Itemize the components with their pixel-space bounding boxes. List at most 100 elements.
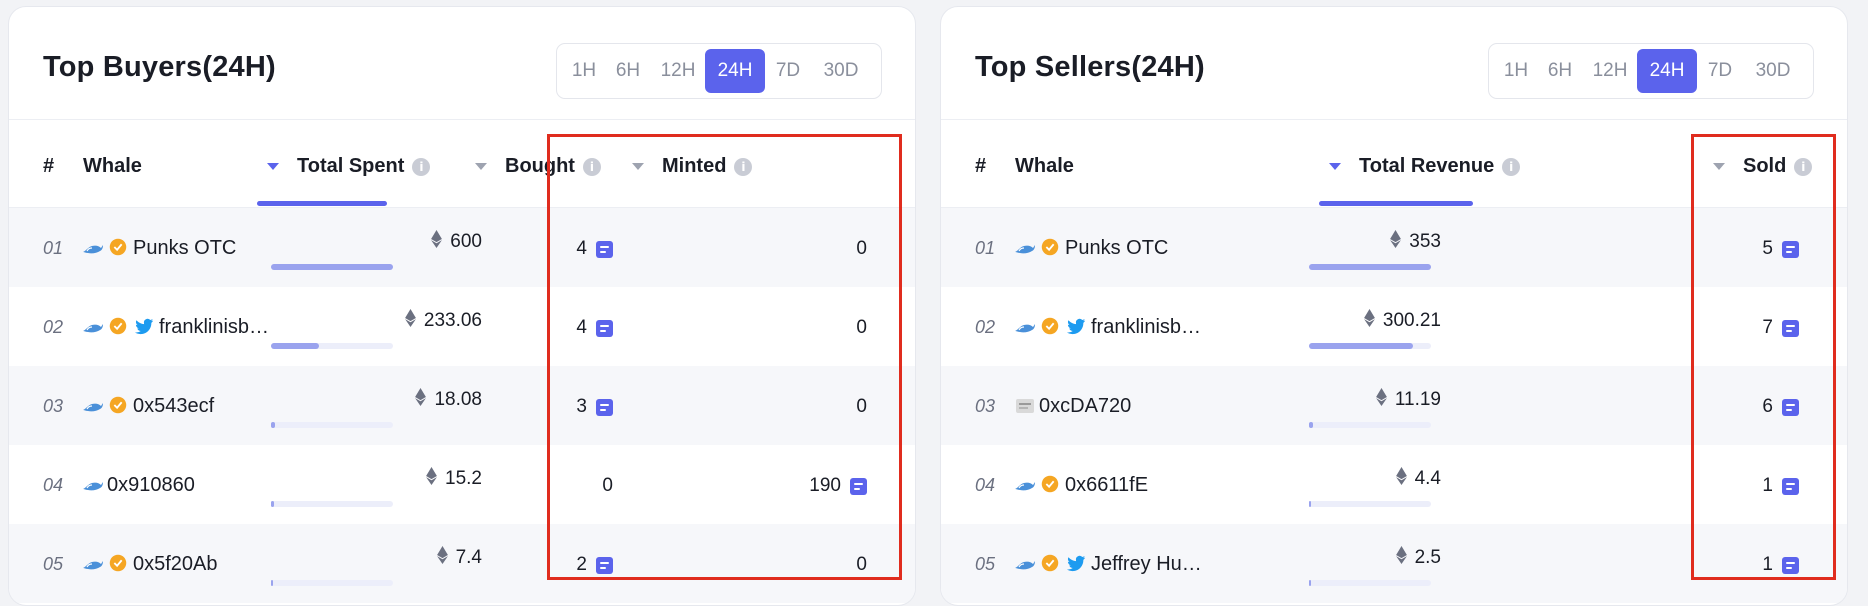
amount-cell: 233.06 xyxy=(404,309,482,333)
info-icon[interactable]: i xyxy=(412,157,431,176)
verified-badge-icon xyxy=(107,315,131,339)
whale-cell[interactable]: 0x543ecf xyxy=(81,394,214,418)
col-bought-label: Bought xyxy=(505,155,575,177)
sold-value: 1 xyxy=(1762,554,1773,575)
table-row[interactable]: 04 0x910860 15.2 0 190 xyxy=(9,445,915,524)
whale-icon xyxy=(81,394,105,418)
amount-value: 18.08 xyxy=(434,389,482,410)
whale-name[interactable]: 0x5f20Ab xyxy=(133,553,218,576)
details-icon[interactable] xyxy=(1782,319,1799,337)
amount-value: 600 xyxy=(450,231,482,252)
details-icon[interactable] xyxy=(596,319,613,337)
amount-cell: 4.4 xyxy=(1395,467,1441,491)
amount-value: 11.19 xyxy=(1394,389,1441,410)
table-row[interactable]: 01 Punks OTC 353 5 xyxy=(941,208,1847,287)
divider xyxy=(941,119,1847,120)
tab-1h[interactable]: 1H xyxy=(1495,49,1537,93)
amount-cell: 11.19 xyxy=(1375,388,1441,412)
col-bought-header[interactable]: Bought i xyxy=(475,155,601,178)
table-row[interactable]: 05 Jeffrey Hu… 2.5 1 xyxy=(941,524,1847,603)
tab-7d[interactable]: 7D xyxy=(765,49,811,93)
details-icon[interactable] xyxy=(1782,477,1799,495)
tab-30d[interactable]: 30D xyxy=(1743,49,1803,93)
table-row[interactable]: 01 Punks OTC 600 4 0 xyxy=(9,208,915,287)
table-row[interactable]: 04 0x6611fE 4.4 1 xyxy=(941,445,1847,524)
whale-cell[interactable]: 0x910860 xyxy=(81,473,195,497)
tab-7d[interactable]: 7D xyxy=(1697,49,1743,93)
amount-cell: 15.2 xyxy=(426,467,482,491)
minted-cell: 0 xyxy=(856,238,867,260)
col-total-spent-header[interactable]: Total Spent i xyxy=(267,155,431,178)
whale-cell[interactable]: franklinisb… xyxy=(81,315,269,339)
eth-icon xyxy=(1395,546,1407,570)
rank-number: 05 xyxy=(975,554,996,574)
sold-cell: 7 xyxy=(1762,317,1799,339)
amount-cell: 7.4 xyxy=(436,546,482,570)
details-icon[interactable] xyxy=(850,477,867,495)
col-sold-header[interactable]: Sold i xyxy=(1713,155,1813,178)
sold-value: 6 xyxy=(1762,396,1773,417)
details-icon[interactable] xyxy=(596,240,613,258)
info-icon[interactable]: i xyxy=(734,157,753,176)
tab-12h[interactable]: 12H xyxy=(1583,49,1637,93)
col-total-revenue-header[interactable]: Total Revenue i xyxy=(1329,155,1521,178)
tab-6h[interactable]: 6H xyxy=(605,49,651,93)
whale-name[interactable]: 0xcDA720 xyxy=(1039,395,1131,418)
table-row[interactable]: 02 franklinisb… 300.21 7 xyxy=(941,287,1847,366)
progress-bar xyxy=(1309,501,1431,507)
whale-name[interactable]: 0x910860 xyxy=(107,474,195,497)
tab-12h[interactable]: 12H xyxy=(651,49,705,93)
eth-icon xyxy=(1390,230,1402,254)
whale-cell[interactable]: 0x6611fE xyxy=(1013,473,1148,497)
whale-name[interactable]: Punks OTC xyxy=(1065,237,1168,260)
bought-cell: 2 xyxy=(576,554,613,576)
progress-bar xyxy=(271,501,393,507)
sold-cell: 1 xyxy=(1762,475,1799,497)
whale-cell[interactable]: Punks OTC xyxy=(1013,236,1168,260)
bought-value: 4 xyxy=(576,238,587,259)
table-header: # Whale Total Spent i Bought i Minted i xyxy=(9,127,915,207)
active-sort-indicator xyxy=(1319,201,1473,206)
info-icon[interactable]: i xyxy=(1502,157,1521,176)
tab-24h[interactable]: 24H xyxy=(705,49,765,93)
whale-cell[interactable]: franklinisb… xyxy=(1013,315,1201,339)
info-icon[interactable]: i xyxy=(1794,157,1813,176)
col-minted-header[interactable]: Minted i xyxy=(632,155,753,178)
table-header: # Whale Total Revenue i Sold i xyxy=(941,127,1847,207)
progress-fill xyxy=(1309,264,1431,270)
bought-cell: 4 xyxy=(576,317,613,339)
twitter-icon xyxy=(1065,552,1089,576)
tab-6h[interactable]: 6H xyxy=(1537,49,1583,93)
details-icon[interactable] xyxy=(1782,398,1799,416)
whale-name[interactable]: 0x543ecf xyxy=(133,395,214,418)
info-icon[interactable]: i xyxy=(582,157,601,176)
details-icon[interactable] xyxy=(1782,240,1799,258)
timeframe-tabs: 1H 6H 12H 24H 7D 30D xyxy=(1488,43,1814,99)
table-row[interactable]: 03 0xcDA720 11.19 6 xyxy=(941,366,1847,445)
whale-name[interactable]: franklinisb… xyxy=(1091,316,1201,339)
tab-1h[interactable]: 1H xyxy=(563,49,605,93)
rank-number: 05 xyxy=(43,554,64,574)
eth-icon xyxy=(426,467,437,491)
whale-cell[interactable]: 0x5f20Ab xyxy=(81,552,218,576)
tab-24h[interactable]: 24H xyxy=(1637,49,1697,93)
details-icon[interactable] xyxy=(596,556,613,574)
whale-name[interactable]: Punks OTC xyxy=(133,237,236,260)
whale-name[interactable]: Jeffrey Hu… xyxy=(1091,553,1202,576)
whale-name[interactable]: franklinisb… xyxy=(159,316,269,339)
table-row[interactable]: 02 franklinisb… 233.06 4 0 xyxy=(9,287,915,366)
progress-bar xyxy=(271,580,393,586)
whale-cell[interactable]: Punks OTC xyxy=(81,236,236,260)
tab-30d[interactable]: 30D xyxy=(811,49,871,93)
table-row[interactable]: 03 0x543ecf 18.08 3 0 xyxy=(9,366,915,445)
table-row[interactable]: 05 0x5f20Ab 7.4 2 0 xyxy=(9,524,915,603)
details-icon[interactable] xyxy=(1782,556,1799,574)
minted-value: 190 xyxy=(809,475,841,496)
details-icon[interactable] xyxy=(596,398,613,416)
bought-value: 0 xyxy=(602,475,613,496)
eth-icon xyxy=(404,309,416,333)
whale-cell[interactable]: Jeffrey Hu… xyxy=(1013,552,1202,576)
whale-name[interactable]: 0x6611fE xyxy=(1065,474,1148,497)
whale-cell[interactable]: 0xcDA720 xyxy=(1013,394,1131,418)
col-total-spent-label: Total Spent xyxy=(297,155,405,177)
